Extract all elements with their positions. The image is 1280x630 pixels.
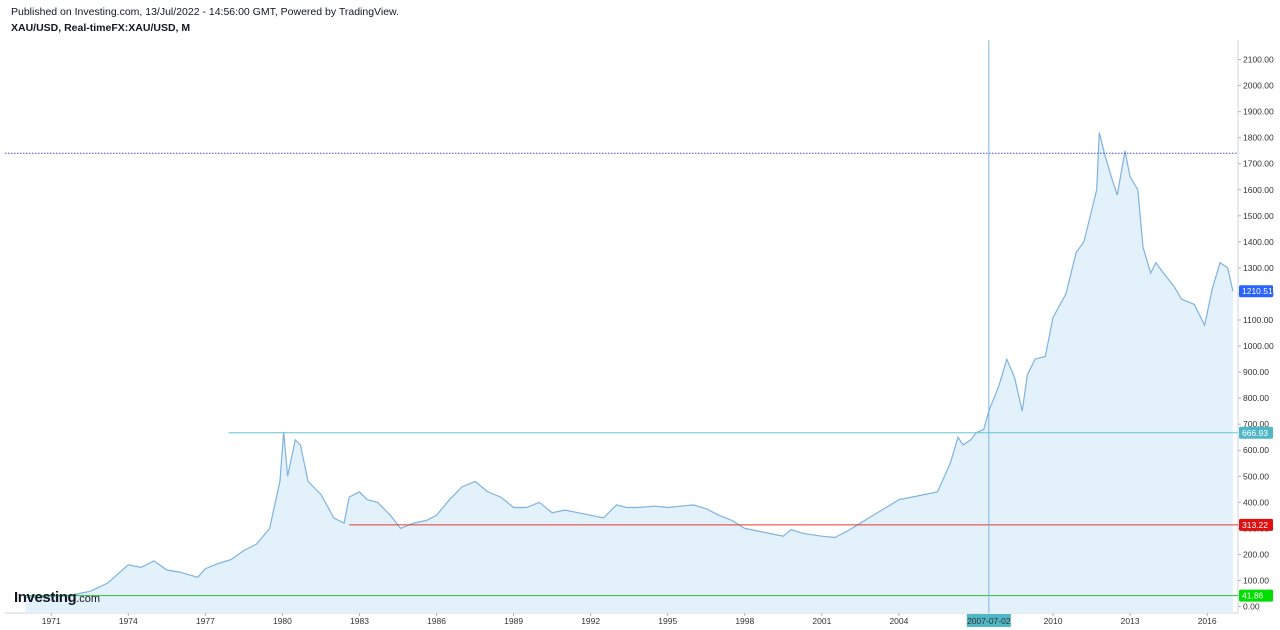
- x-tick-label: 1980: [273, 616, 292, 626]
- y-tick-label: 100.00: [1243, 575, 1269, 585]
- price-badge-label: 313.22: [1242, 520, 1268, 530]
- y-tick-label: 1800.00: [1243, 133, 1274, 143]
- y-tick-label: 500.00: [1243, 471, 1269, 481]
- x-tick-label: 1995: [658, 616, 677, 626]
- y-tick-label: 1500.00: [1243, 211, 1274, 221]
- x-tick-label: 1998: [735, 616, 754, 626]
- y-tick-label: 800.00: [1243, 393, 1269, 403]
- x-tick-label: 2010: [1044, 616, 1063, 626]
- x-tick-label: 1971: [42, 616, 61, 626]
- y-tick-label: 200.00: [1243, 549, 1269, 559]
- x-tick-label: 1986: [427, 616, 446, 626]
- y-tick-label: 1000.00: [1243, 341, 1274, 351]
- x-tick-label: 1977: [196, 616, 215, 626]
- y-tick-label: 1300.00: [1243, 263, 1274, 273]
- series-area: [25, 132, 1233, 613]
- y-tick-label: 1700.00: [1243, 159, 1274, 169]
- logo-main: Investing: [14, 589, 77, 606]
- y-tick-label: 400.00: [1243, 497, 1269, 507]
- y-tick-label: 900.00: [1243, 367, 1269, 377]
- y-tick-label: 1100.00: [1243, 315, 1273, 325]
- x-tick-label: 1989: [504, 616, 523, 626]
- x-tick-label: 1974: [119, 616, 138, 626]
- x-tick-label: 2016: [1198, 616, 1217, 626]
- price-badge-label: 1210.51: [1242, 286, 1273, 296]
- x-tick-label: 2013: [1121, 616, 1140, 626]
- x-tick-label: 1992: [581, 616, 600, 626]
- y-tick-label: 1600.00: [1243, 185, 1274, 195]
- logo-suffix: .com: [76, 593, 101, 605]
- x-tick-label: 2001: [812, 616, 831, 626]
- price-badge-label: 41.86: [1242, 591, 1264, 601]
- y-tick-label: 2000.00: [1243, 81, 1274, 91]
- price-chart[interactable]: 0.00100.00200.00300.00400.00500.00600.00…: [0, 0, 1280, 630]
- y-tick-label: 2100.00: [1243, 55, 1274, 65]
- price-badge-label: 666.93: [1242, 428, 1268, 438]
- investing-logo[interactable]: Investing.com: [14, 589, 100, 606]
- x-tick-label: 2004: [889, 616, 908, 626]
- x-tick-label: 1983: [350, 616, 369, 626]
- y-tick-label: 1400.00: [1243, 237, 1274, 247]
- y-tick-label: 0.00: [1243, 601, 1260, 611]
- y-tick-label: 600.00: [1243, 445, 1269, 455]
- date-badge-label: 2007-07-02: [967, 616, 1011, 626]
- y-tick-label: 1900.00: [1243, 107, 1274, 117]
